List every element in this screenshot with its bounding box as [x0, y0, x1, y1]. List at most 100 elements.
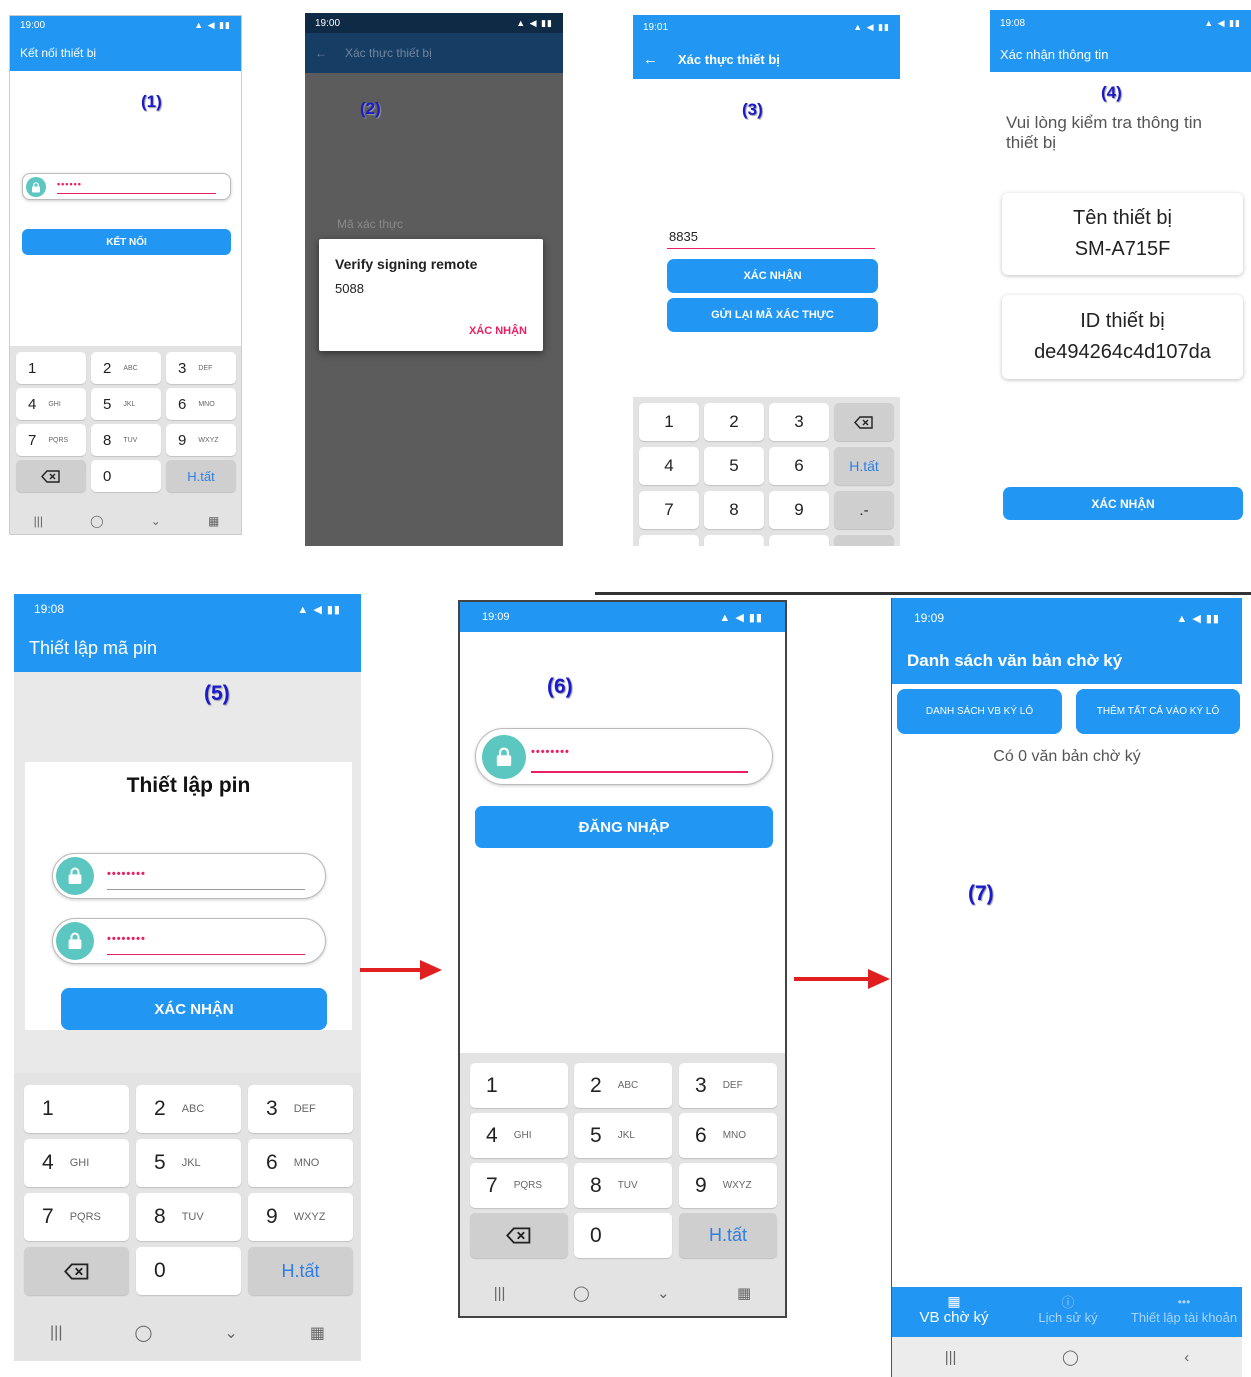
more-dots-icon: ••• — [1177, 1295, 1191, 1309]
key-3[interactable]: 3 — [769, 403, 829, 441]
confirm-button[interactable]: XÁC NHẬN — [667, 259, 878, 293]
key-row-partial — [769, 535, 829, 546]
keyboard-icon[interactable]: ▦ — [310, 1323, 325, 1343]
key-2[interactable]: 2 ABC — [91, 352, 161, 384]
connect-button[interactable]: KẾT NỐI — [22, 229, 231, 255]
key-4[interactable]: 4 GHI — [470, 1113, 568, 1158]
dialog-title: Verify signing remote — [335, 256, 478, 272]
key-9[interactable]: 9 WXYZ — [679, 1163, 777, 1208]
key-5[interactable]: 5 JKL — [91, 388, 161, 420]
tab-account-settings[interactable]: ••• Thiết lập tài khoản — [1124, 1295, 1242, 1325]
done-key[interactable]: H.tất — [834, 447, 894, 485]
key-row-partial — [639, 535, 699, 546]
key-8[interactable]: 8 — [704, 491, 764, 529]
key-8[interactable]: 8 TUV — [574, 1163, 672, 1208]
key-1[interactable]: 1 — [639, 403, 699, 441]
key-1[interactable]: 1 — [24, 1085, 129, 1133]
key-0[interactable]: 0 — [574, 1213, 672, 1258]
device-id-value: de494264c4d107da — [1034, 341, 1211, 363]
key-3[interactable]: 3 DEF — [679, 1063, 777, 1108]
status-time: 19:09 — [914, 611, 945, 625]
pin-field[interactable]: •••••••• — [475, 728, 773, 785]
key-0[interactable]: 0 — [91, 460, 161, 492]
done-key[interactable]: H.tất — [166, 460, 236, 492]
confirm-button[interactable]: XÁC NHẬN — [61, 988, 327, 1030]
key-6[interactable]: 6 MNO — [679, 1113, 777, 1158]
key-9[interactable]: 9 WXYZ — [248, 1193, 353, 1241]
status-time: 19:09 — [482, 611, 510, 623]
key-3[interactable]: 3 DEF — [166, 352, 236, 384]
pin-confirm-field[interactable]: •••••••• — [52, 918, 326, 964]
bottom-tab-bar: ▦ VB chờ ký ⓘ Lịch sử ký ••• Thiết lập t… — [892, 1287, 1242, 1337]
back-arrow-icon[interactable]: ← — [643, 51, 658, 68]
key-8[interactable]: 8 TUV — [136, 1193, 241, 1241]
password-field[interactable]: •••••• — [22, 173, 231, 200]
pin-setup-card: Thiết lập pin •••••••• •••••••• XÁC NHẬN — [25, 762, 352, 1030]
back-icon[interactable]: ‹ — [1184, 1349, 1189, 1366]
recents-icon[interactable]: ||| — [945, 1349, 957, 1366]
recents-icon[interactable]: ||| — [50, 1324, 62, 1342]
system-nav-bar: ||| ◯ ‹ — [892, 1337, 1242, 1377]
recents-icon[interactable]: ||| — [494, 1285, 506, 1302]
backspace-key[interactable] — [834, 403, 894, 441]
step-label: (1) — [141, 92, 162, 111]
key-2[interactable]: 2 ABC — [136, 1085, 241, 1133]
key-9[interactable]: 9 WXYZ — [166, 424, 236, 456]
pin-mask: •••••••• — [107, 868, 146, 880]
key-8[interactable]: 8 TUV — [91, 424, 161, 456]
key-6[interactable]: 6 — [769, 447, 829, 485]
pin-field[interactable]: •••••••• — [52, 853, 326, 899]
resend-code-button[interactable]: GỬI LẠI MÃ XÁC THỰC — [667, 298, 878, 332]
status-time: 19:08 — [1000, 17, 1026, 29]
backspace-key[interactable] — [24, 1247, 129, 1295]
key-7[interactable]: 7 PQRS — [470, 1163, 568, 1208]
home-icon[interactable]: ◯ — [1062, 1348, 1079, 1366]
key-4[interactable]: 4 GHI — [24, 1139, 129, 1187]
backspace-icon — [63, 1262, 88, 1280]
add-all-batch-button[interactable]: THÊM TẤT CẢ VÀO KÝ LÔ — [1076, 689, 1240, 734]
key-7[interactable]: 7 PQRS — [16, 424, 86, 456]
key-1[interactable]: 1 — [16, 352, 86, 384]
key-6[interactable]: 6 MNO — [248, 1139, 353, 1187]
home-icon[interactable]: ◯ — [134, 1323, 152, 1343]
back-arrow-icon[interactable]: ← — [315, 46, 327, 60]
backspace-key[interactable] — [16, 460, 86, 492]
page-title: Xác nhận thông tin — [1000, 46, 1109, 62]
keyboard-icon[interactable]: ▦ — [208, 514, 219, 528]
key-4[interactable]: 4 GHI — [16, 388, 86, 420]
home-icon[interactable]: ◯ — [573, 1284, 590, 1302]
key-7[interactable]: 7 PQRS — [24, 1193, 129, 1241]
code-input[interactable]: 8835 — [669, 229, 698, 244]
key-1[interactable]: 1 — [470, 1063, 568, 1108]
batch-list-button[interactable]: DANH SÁCH VB KÝ LÔ — [897, 689, 1062, 734]
key-5[interactable]: 5 JKL — [574, 1113, 672, 1158]
key-5[interactable]: 5 JKL — [136, 1139, 241, 1187]
input-underline — [107, 889, 305, 890]
chevron-down-icon[interactable]: ⌄ — [151, 514, 161, 528]
key-2[interactable]: 2 ABC — [574, 1063, 672, 1108]
key-2[interactable]: 2 — [704, 403, 764, 441]
dot-dash-key[interactable]: .- — [834, 491, 894, 529]
key-4[interactable]: 4 — [639, 447, 699, 485]
tab-pending-documents[interactable]: ▦ VB chờ ký — [904, 1293, 1004, 1326]
key-5[interactable]: 5 — [704, 447, 764, 485]
keyboard-icon[interactable]: ▦ — [737, 1284, 751, 1302]
device-id-card: ID thiết bị de494264c4d107da — [1002, 295, 1243, 379]
recents-icon[interactable]: ||| — [34, 514, 43, 528]
key-9[interactable]: 9 — [769, 491, 829, 529]
login-button[interactable]: ĐĂNG NHẬP — [475, 806, 773, 848]
done-key[interactable]: H.tất — [248, 1247, 353, 1295]
backspace-key[interactable] — [470, 1213, 568, 1258]
key-3[interactable]: 3 DEF — [248, 1085, 353, 1133]
tab-signing-history[interactable]: ⓘ Lịch sử ký — [1018, 1295, 1118, 1325]
confirm-button[interactable]: XÁC NHẬN — [1003, 487, 1243, 520]
done-key[interactable]: H.tất — [679, 1213, 777, 1258]
key-6[interactable]: 6 MNO — [166, 388, 236, 420]
instruction-text: Vui lòng kiểm tra thông tin thiết bị — [1006, 113, 1202, 152]
chevron-down-icon[interactable]: ⌄ — [657, 1284, 670, 1302]
key-0[interactable]: 0 — [136, 1247, 241, 1295]
home-icon[interactable]: ◯ — [90, 514, 103, 528]
key-7[interactable]: 7 — [639, 491, 699, 529]
chevron-down-icon[interactable]: ⌄ — [224, 1323, 237, 1343]
dialog-confirm-button[interactable]: XÁC NHẬN — [469, 325, 527, 337]
